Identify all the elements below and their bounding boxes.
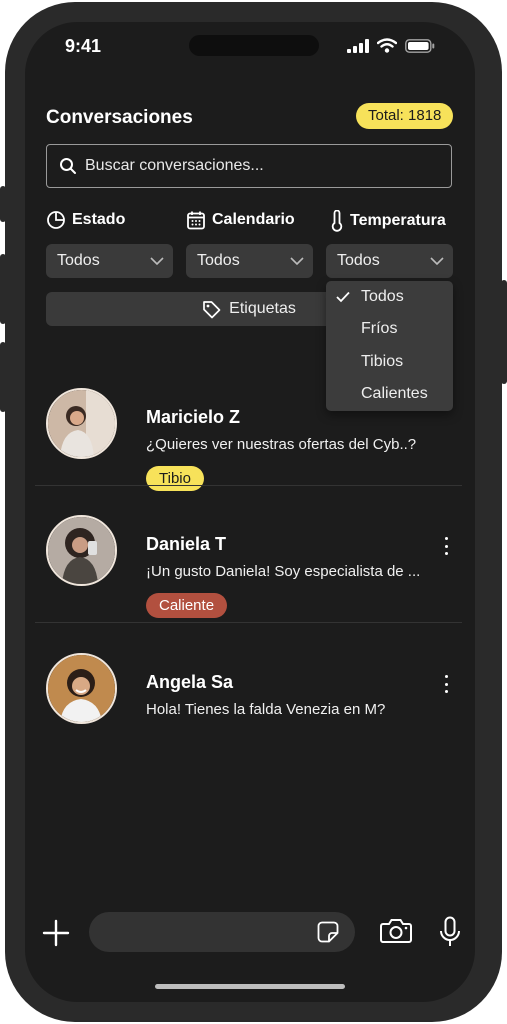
dropdown-option-label: Fríos [361,320,398,337]
filter-label-temperatura: Temperatura [330,210,446,232]
filter-label-estado: Estado [46,210,125,230]
calendario-select-value: Todos [197,252,240,269]
sticker-icon[interactable] [317,921,339,943]
chevron-down-icon [290,257,304,265]
page-title: Conversaciones [46,107,193,128]
home-indicator [155,984,345,989]
temperatura-dropdown-menu: Todos Fríos Tibios Calientes [326,281,453,411]
app-screen: 9:41 Conversaciones Total: 1818 Buscar c… [25,22,475,1002]
avatar [46,653,117,724]
dropdown-option-label: Calientes [361,385,428,402]
battery-icon [405,38,435,53]
checkmark-icon [336,291,350,303]
dropdown-option-label: Tibios [361,353,404,370]
composer-bar [25,902,475,962]
volume-up-button [0,254,6,324]
status-badge: Caliente [146,593,228,618]
tag-icon [203,300,221,318]
dropdown-option-todos[interactable]: Todos [326,281,453,313]
chevron-down-icon [150,257,164,265]
conversation-message: ¿Quieres ver nuestras ofertas del Cyb..? [146,436,417,453]
signal-icon [347,38,369,53]
filter-label-text: Temperatura [350,212,446,229]
divider [35,622,462,623]
filter-label-text: Estado [72,211,126,228]
filter-label-calendario: Calendario [186,210,295,230]
temperatura-select-value: Todos [337,252,380,269]
avatar [46,515,117,586]
search-input[interactable]: Buscar conversaciones... [46,144,452,188]
thermometer-icon [331,210,343,232]
dropdown-option-label: Todos [361,288,404,305]
filter-label-text: Calendario [212,211,295,228]
conversation-name: Maricielo Z [146,407,241,427]
total-badge: Total: 1818 [356,103,454,129]
pie-chart-icon [47,211,65,229]
search-icon [60,158,76,174]
more-options-icon[interactable] [441,675,451,693]
dynamic-island [189,35,319,56]
estado-select-value: Todos [57,252,100,269]
divider [35,485,462,486]
dropdown-option-frios[interactable]: Fríos [326,313,453,345]
mute-switch [0,186,6,222]
search-placeholder: Buscar conversaciones... [85,157,264,174]
camera-icon[interactable] [380,918,412,944]
temperatura-select[interactable]: Todos [326,244,453,278]
status-badge: Tibio [146,466,204,491]
wifi-icon [377,38,397,53]
power-button [501,280,507,384]
chevron-down-icon [430,257,444,265]
volume-down-button [0,342,6,412]
tags-button-label: Etiquetas [229,300,296,317]
microphone-icon[interactable] [439,916,461,948]
status-icons [347,38,435,53]
message-input[interactable] [89,912,355,952]
conversation-name: Daniela T [146,534,227,554]
conversation-message: Hola! Tienes la falda Venezia en M? [146,701,386,718]
dropdown-option-tibios[interactable]: Tibios [326,346,453,378]
dropdown-option-calientes[interactable]: Calientes [326,378,453,410]
calendar-icon [187,211,205,230]
conversation-message: ¡Un gusto Daniela! Soy especialista de .… [146,563,421,580]
estado-select[interactable]: Todos [46,244,173,278]
avatar [46,388,117,459]
conversation-name: Angela Sa [146,672,234,692]
calendario-select[interactable]: Todos [186,244,313,278]
plus-icon[interactable] [42,919,70,947]
status-time: 9:41 [65,36,102,56]
more-options-icon[interactable] [441,537,451,555]
